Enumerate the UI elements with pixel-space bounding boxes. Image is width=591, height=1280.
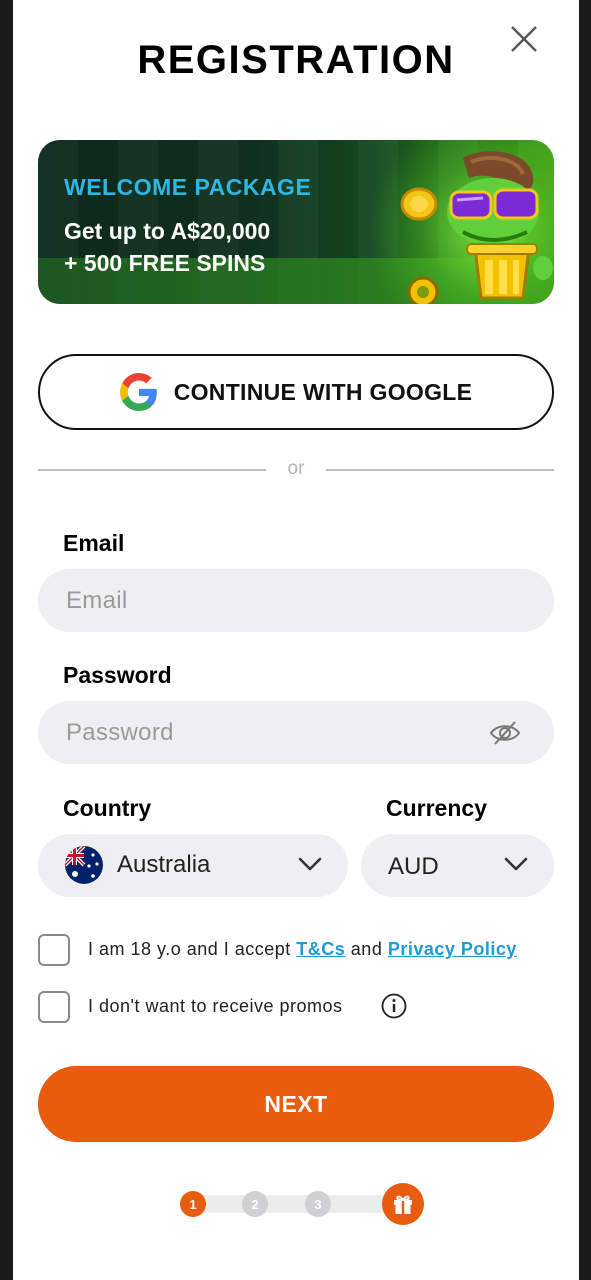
registration-modal: REGISTRATION WELCOME PACKAGE Get up to A…: [13, 0, 579, 1280]
chevron-down-icon: [504, 857, 528, 871]
no-promos-text: I don't want to receive promos: [88, 996, 343, 1016]
step-2-indicator: 2: [242, 1191, 268, 1217]
welcome-banner[interactable]: WELCOME PACKAGE Get up to A$20,000 + 500…: [38, 140, 554, 304]
no-promos-checkbox[interactable]: [38, 991, 70, 1023]
chevron-down-icon: [298, 857, 322, 871]
banner-label: WELCOME PACKAGE: [64, 174, 312, 200]
email-label: Email: [63, 530, 125, 556]
country-select[interactable]: Australia: [38, 834, 348, 897]
info-icon[interactable]: [381, 993, 407, 1019]
continue-with-google-button[interactable]: CONTINUE WITH GOOGLE: [38, 354, 554, 430]
terms-and: and: [345, 939, 388, 959]
next-button[interactable]: NEXT: [38, 1066, 554, 1142]
step-1-indicator: 1: [180, 1191, 206, 1217]
step-3-indicator: 3: [305, 1191, 331, 1217]
gift-icon: [394, 1195, 412, 1214]
toggle-password-visibility-button[interactable]: [489, 718, 521, 748]
currency-select[interactable]: AUD: [361, 834, 554, 897]
google-button-label: CONTINUE WITH GOOGLE: [173, 378, 473, 405]
currency-label: Currency: [386, 795, 487, 821]
currency-value: AUD: [388, 853, 439, 880]
page-title: REGISTRATION: [137, 38, 455, 82]
step-bonus-indicator: [382, 1183, 424, 1225]
password-label: Password: [63, 662, 172, 688]
banner-offer-line-1: Get up to A$20,000: [64, 218, 271, 244]
close-button[interactable]: [509, 24, 539, 54]
close-icon: [511, 26, 537, 52]
divider-line-right: [326, 469, 554, 471]
terms-prefix: I am 18 y.o and I accept: [88, 939, 297, 959]
frog-mascot-illustration: [400, 151, 553, 304]
country-value: Australia: [117, 851, 211, 878]
privacy-policy-link[interactable]: Privacy Policy: [388, 939, 517, 959]
eye-hidden-icon: [489, 721, 521, 745]
accept-terms-checkbox[interactable]: [38, 934, 70, 966]
australia-flag-icon: [65, 846, 103, 884]
accept-terms-text: I am 18 y.o and I accept T&Cs and Privac…: [88, 939, 517, 960]
email-input[interactable]: [38, 569, 554, 632]
google-logo-icon: [119, 373, 157, 411]
password-input[interactable]: [38, 701, 554, 764]
banner-offer-line-2: + 500 FREE SPINS: [64, 250, 266, 276]
country-label: Country: [63, 795, 152, 821]
tcs-link[interactable]: T&Cs: [296, 939, 345, 959]
steps-progress-track: [193, 1195, 405, 1213]
